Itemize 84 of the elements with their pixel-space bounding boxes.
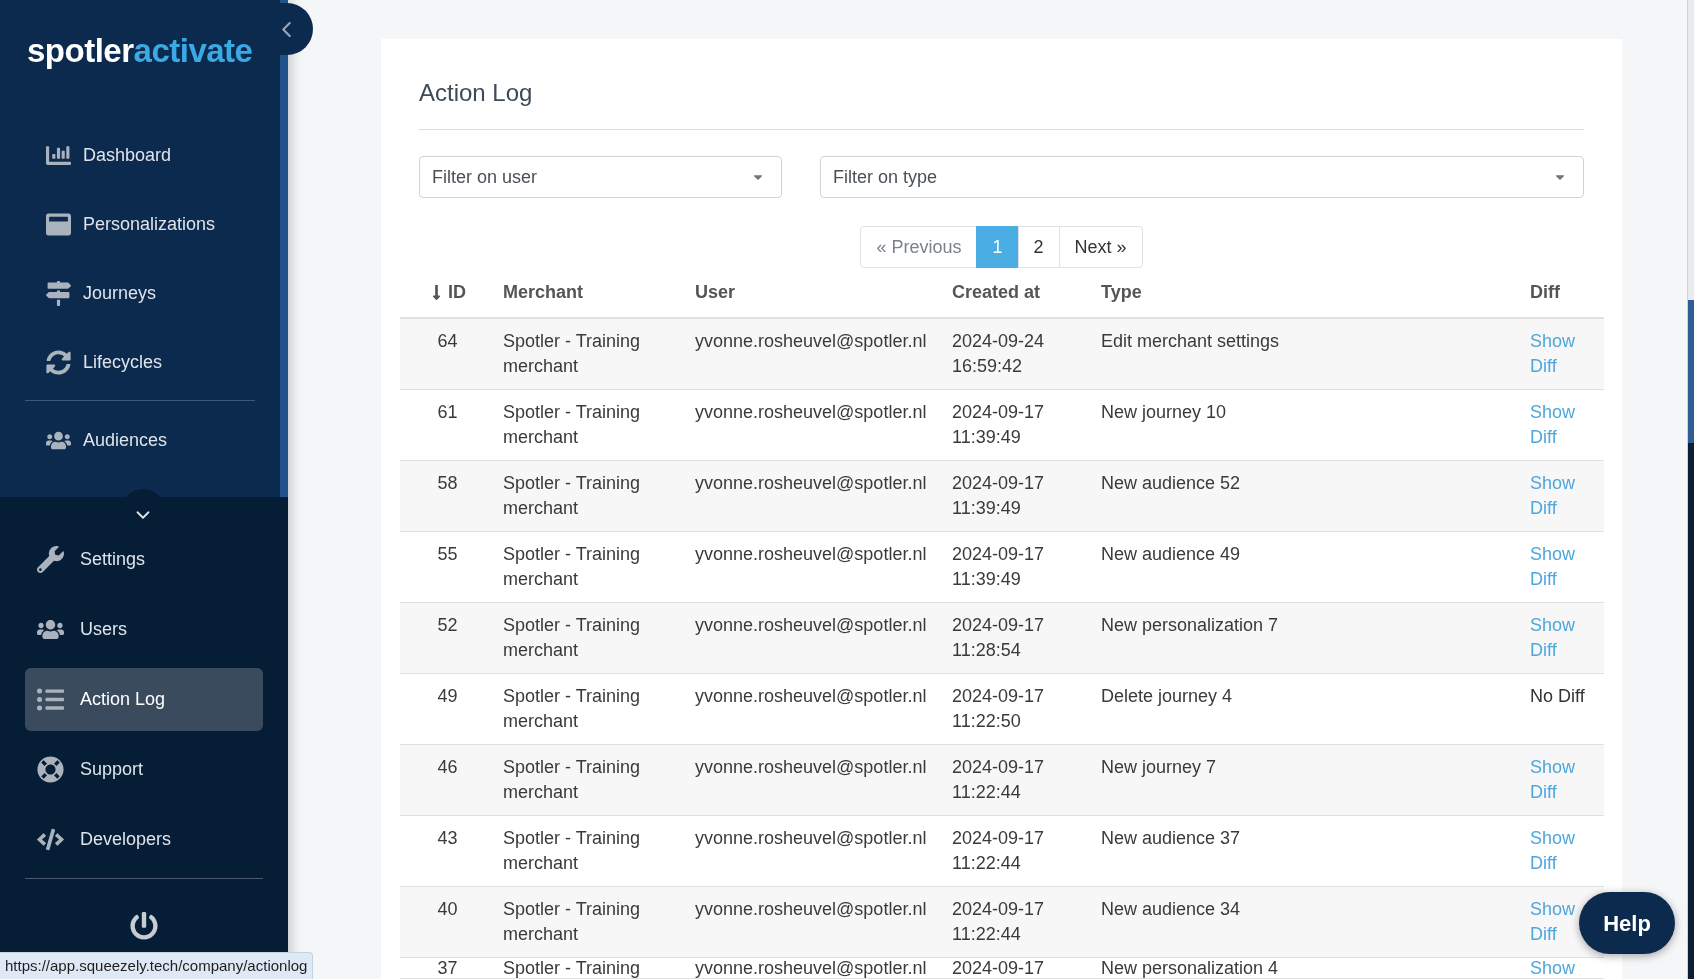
table-cell-text: Spotler - Training merchant: [503, 898, 642, 946]
table-cell-text: yvonne.rosheuvel@spotler.nl: [695, 827, 927, 850]
table-cell-text: 2024-09-17 11:28:54: [952, 614, 1046, 662]
table-cell: 37: [437, 958, 458, 978]
table-cell-text: 2024-09-24 16:59:42: [952, 330, 1046, 378]
no-diff-text: No Diff: [1530, 685, 1585, 708]
filter-select[interactable]: Filter on user: [419, 156, 782, 198]
column-header: ID: [448, 281, 466, 304]
table-cell-text: New audience 49: [1101, 543, 1241, 566]
column-header: Merchant: [503, 281, 583, 304]
table-cell-text: yvonne.rosheuvel@spotler.nl: [695, 685, 927, 708]
table-cell-text: 40: [437, 898, 458, 921]
table-cell-text: Spotler - Training merchant: [503, 401, 642, 449]
table-cell-text: Delete journey 4: [1101, 685, 1233, 708]
table-cell-text: New journey 7: [1101, 756, 1217, 779]
table-cell-text: 2024-09-17 11:22:44: [952, 827, 1046, 875]
table-cell-text: Spotler - Training merchant: [503, 614, 642, 662]
table-cell: yvonne.rosheuvel@spotler.nl: [695, 958, 927, 978]
filter-select[interactable]: Filter on type: [820, 156, 1584, 198]
table-cell-text: 2024-09-17 11:39:49: [952, 543, 1046, 591]
wrench-icon: [37, 546, 64, 573]
page-title: Action Log: [419, 79, 533, 107]
table-cell-text: 2024-09-17 11:22:50: [952, 685, 1046, 733]
table-cell-text: Edit merchant settings: [1101, 330, 1280, 353]
table-cell-text: Spotler - Training merchant: [503, 685, 642, 733]
table-cell-text: New personalization 7: [1101, 614, 1279, 637]
table-cell-text: 43: [437, 827, 458, 850]
table-cell-text: Spotler - Training merchant: [503, 756, 642, 804]
nav-item[interactable]: Lifecycles: [25, 328, 255, 397]
window-icon: [46, 212, 71, 237]
column-header: User: [695, 281, 736, 304]
column-header: Type: [1101, 281, 1142, 304]
nav-item[interactable]: Journeys: [25, 259, 255, 328]
nav-item[interactable]: Action Log: [25, 668, 263, 731]
status-url: https://app.squeezely.tech/company/actionlog: [0, 952, 314, 979]
table-cell-text: 58: [437, 472, 458, 495]
table-cell-text: New audience 34: [1101, 898, 1241, 921]
table-cell-text: New audience 37: [1101, 827, 1241, 850]
table-cell: 2024-09-17: [952, 958, 1045, 978]
table-cell-text: yvonne.rosheuvel@spotler.nl: [695, 543, 927, 566]
table-cell-text: yvonne.rosheuvel@spotler.nl: [695, 898, 927, 921]
column-header: Created at: [952, 281, 1041, 304]
page-button[interactable]: 2: [1017, 226, 1060, 268]
table-cell-text: Spotler - Training merchant: [503, 543, 642, 591]
list-icon: [37, 686, 64, 713]
table-cell-text: 2024-09-17 11:39:49: [952, 472, 1046, 520]
table-cell-text: yvonne.rosheuvel@spotler.nl: [695, 756, 927, 779]
table-cell-text: yvonne.rosheuvel@spotler.nl: [695, 330, 927, 353]
table-cell-text: Spotler - Training merchant: [503, 330, 642, 378]
nav-item[interactable]: Audiences: [25, 406, 255, 475]
table-cell-text: yvonne.rosheuvel@spotler.nl: [695, 401, 927, 424]
nav-item[interactable]: Personalizations: [25, 190, 255, 259]
table-cell-text: 64: [437, 330, 458, 353]
power-icon[interactable]: [130, 912, 158, 940]
table-cell-text: 2024-09-17 11:39:49: [952, 401, 1046, 449]
bar-chart-icon: [46, 143, 71, 168]
table-cell-text: 2024-09-17 11:22:44: [952, 898, 1046, 946]
table-cell-text: New audience 52: [1101, 472, 1241, 495]
table-cell-text: 2024-09-17 11:22:44: [952, 756, 1046, 804]
table-cell-text: 52: [437, 614, 458, 637]
table-cell: Spotler - Training: [503, 958, 641, 978]
table-cell-text: 49: [437, 685, 458, 708]
nav-item[interactable]: Settings: [25, 528, 263, 591]
table-cell-text: 46: [437, 756, 458, 779]
column-header: Diff: [1530, 281, 1560, 304]
table-cell-text: 61: [437, 401, 458, 424]
life-ring-icon: [37, 756, 64, 783]
logo: spotleractivate: [27, 31, 253, 71]
pagination-next-button[interactable]: Next »: [1058, 226, 1143, 268]
refresh-icon: [46, 350, 71, 375]
table-cell-text: Spotler - Training merchant: [503, 827, 642, 875]
nav-item[interactable]: Support: [25, 738, 263, 801]
nav-item[interactable]: Dashboard: [25, 121, 255, 190]
table-cell-text: New journey 10: [1101, 401, 1227, 424]
nav-item[interactable]: Developers: [25, 808, 263, 871]
table-cell-text: yvonne.rosheuvel@spotler.nl: [695, 472, 927, 495]
code-icon: [37, 826, 64, 853]
signpost-icon: [46, 281, 71, 306]
table-cell: New personalization 4: [1101, 958, 1279, 978]
table-cell-text: yvonne.rosheuvel@spotler.nl: [695, 614, 927, 637]
table-cell-text: 55: [437, 543, 458, 566]
table-cell-text: Spotler - Training merchant: [503, 472, 642, 520]
chevron-left-icon: [282, 21, 291, 37]
nav-item[interactable]: Users: [25, 598, 263, 661]
